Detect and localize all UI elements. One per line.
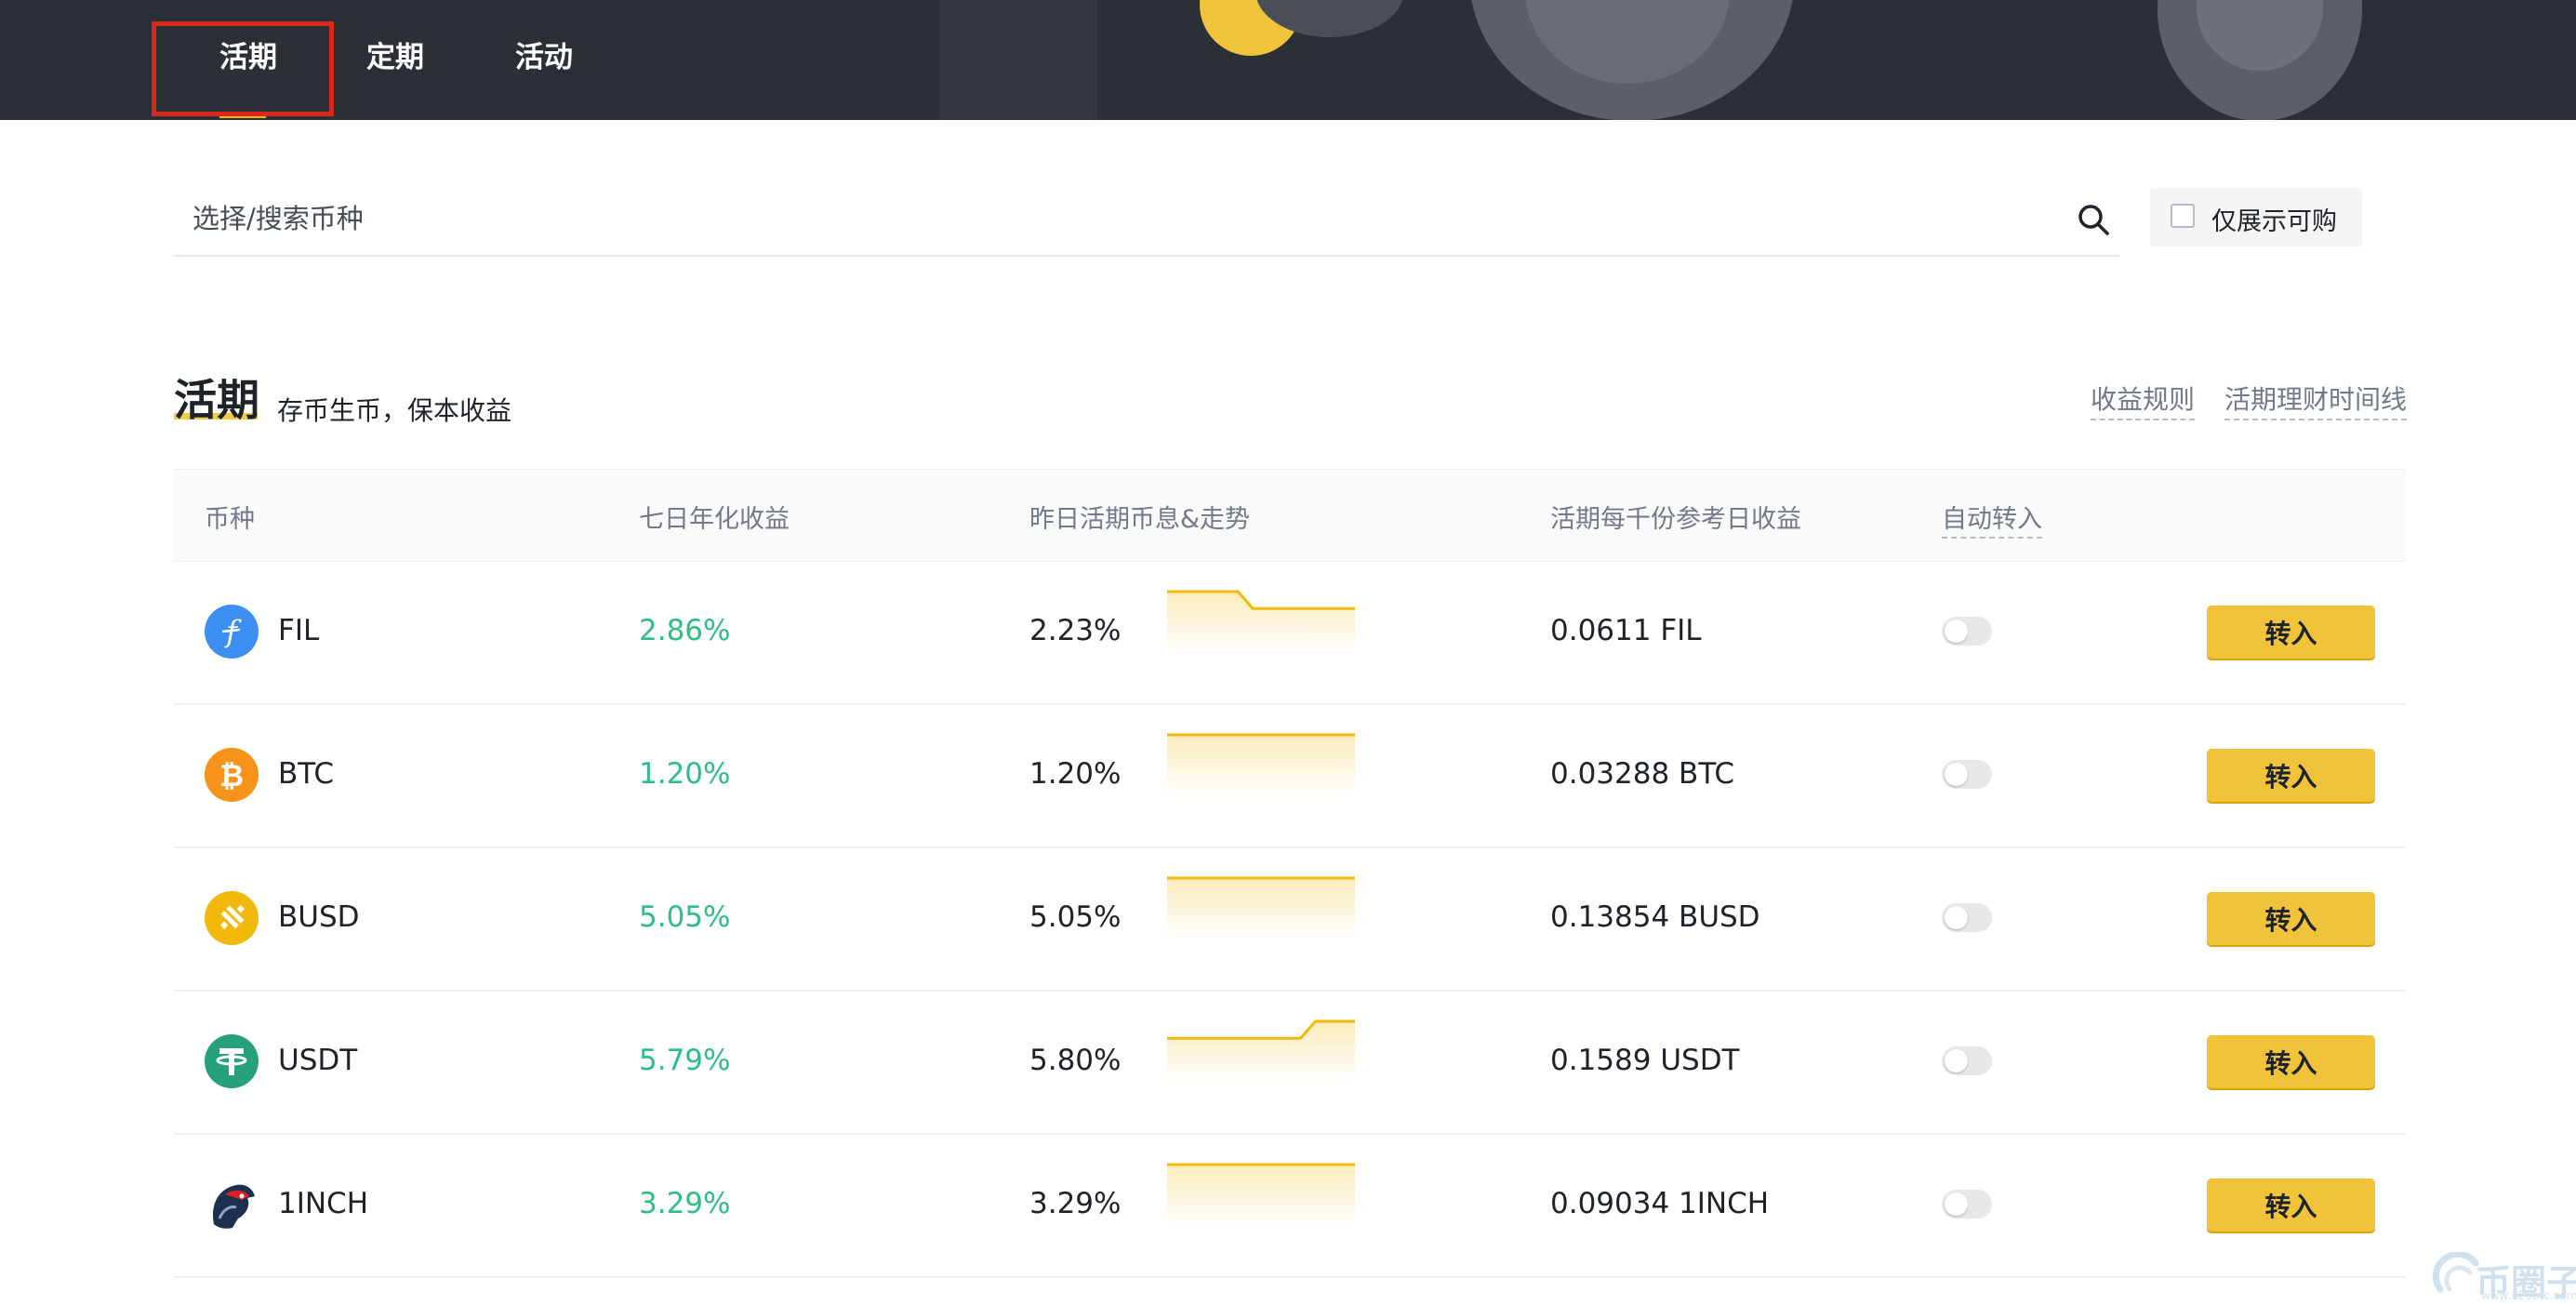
only-available-label: 仅展示可购 (2211, 207, 2337, 236)
watermark-logo-icon (2433, 1252, 2479, 1293)
tab-fixed[interactable]: 定期 (366, 0, 424, 116)
apy-7day: 3.29% (639, 1187, 731, 1220)
toggle-knob (1945, 1049, 1968, 1072)
table-row: ₿ BTC 1.20% 1.20% 0.03288 BTC 转入 (174, 703, 2406, 848)
table-row: USDT 5.79% 5.80% 0.1589 USDT 转入 (174, 990, 2406, 1135)
per-thousand-earnings: 0.13854 BUSD (1550, 900, 1760, 934)
auto-transfer-toggle[interactable] (1942, 760, 1992, 789)
transfer-in-button[interactable]: 转入 (2207, 1178, 2375, 1232)
bitcoin-icon: ₿ (205, 748, 259, 802)
busd-icon (205, 891, 259, 945)
yesterday-rate: 2.23% (1029, 614, 1122, 647)
highlight-box (152, 21, 334, 116)
tab-activity[interactable]: 活动 (515, 0, 573, 116)
table-row: 1INCH 3.29% 3.29% 0.09034 1INCH 转入 (174, 1133, 2406, 1278)
transfer-in-button[interactable]: 转入 (2207, 892, 2375, 945)
yesterday-rate: 5.80% (1029, 1044, 1122, 1077)
toggle-knob (1945, 763, 1968, 786)
trend-sparkline (1167, 1159, 1355, 1226)
auto-transfer-toggle[interactable] (1942, 617, 1992, 646)
toggle-knob (1945, 906, 1968, 929)
yesterday-rate: 1.20% (1029, 757, 1122, 791)
coin-name: FIL (278, 614, 320, 647)
search-icon[interactable] (2077, 203, 2110, 236)
section-subtitle: 存币生币，保本收益 (277, 395, 512, 426)
per-thousand-earnings: 0.1589 USDT (1550, 1044, 1740, 1077)
apy-7day: 2.86% (639, 614, 731, 647)
header-coin: 币种 (205, 505, 255, 534)
auto-transfer-toggle[interactable] (1942, 903, 1992, 932)
header-auto-transfer[interactable]: 自动转入 (1942, 499, 2042, 539)
svg-text:₿: ₿ (219, 758, 244, 793)
auto-transfer-toggle[interactable] (1942, 1190, 1992, 1218)
timeline-link[interactable]: 活期理财时间线 (2224, 380, 2408, 420)
per-thousand-earnings: 0.09034 1INCH (1550, 1187, 1770, 1220)
coin-name: BTC (278, 757, 335, 791)
apy-7day: 5.79% (639, 1044, 731, 1077)
only-available-filter[interactable]: 仅展示可购 (2150, 188, 2362, 246)
search-bar (174, 184, 2119, 257)
transfer-in-button[interactable]: 转入 (2207, 606, 2375, 659)
watermark-url: www.120btc.com (2481, 1289, 2576, 1302)
coin-name: BUSD (278, 900, 360, 934)
yesterday-rate: 3.29% (1029, 1187, 1122, 1220)
table-row: f FIL 2.86% 2.23% 0.0611 FIL 转入 (174, 560, 2406, 705)
banner-decoration (939, 0, 1097, 120)
header-apy7: 七日年化收益 (639, 505, 790, 534)
toggle-knob (1945, 1192, 1968, 1216)
apy-7day: 5.05% (639, 900, 731, 934)
auto-transfer-toggle[interactable] (1942, 1046, 1992, 1075)
coin-name: 1INCH (278, 1187, 369, 1220)
header-per-thousand: 活期每千份参考日收益 (1550, 505, 1801, 534)
search-input[interactable] (174, 184, 2062, 253)
trend-sparkline (1167, 729, 1355, 796)
1inch-icon (205, 1178, 259, 1232)
filecoin-icon: f (205, 605, 259, 659)
trend-sparkline (1167, 1016, 1355, 1083)
trend-sparkline (1167, 872, 1355, 939)
coin-name: USDT (278, 1044, 358, 1077)
transfer-in-button[interactable]: 转入 (2207, 1035, 2375, 1088)
tether-icon (205, 1034, 259, 1088)
section-title: 活期 (174, 375, 259, 425)
header-yesterday: 昨日活期币息&走势 (1029, 505, 1251, 534)
per-thousand-earnings: 0.0611 FIL (1550, 614, 1702, 647)
transfer-in-button[interactable]: 转入 (2207, 749, 2375, 802)
earnings-rules-link[interactable]: 收益规则 (2091, 380, 2196, 420)
per-thousand-earnings: 0.03288 BTC (1550, 757, 1735, 791)
top-banner: 活期 定期 活动 (0, 0, 2576, 120)
table-row: BUSD 5.05% 5.05% 0.13854 BUSD 转入 (174, 846, 2406, 992)
toggle-knob (1945, 619, 1968, 643)
table-header: 币种 七日年化收益 昨日活期币息&走势 活期每千份参考日收益 自动转入 (174, 469, 2406, 562)
apy-7day: 1.20% (639, 757, 731, 791)
yesterday-rate: 5.05% (1029, 900, 1122, 934)
only-available-checkbox[interactable] (2171, 204, 2195, 228)
trend-sparkline (1167, 586, 1355, 653)
